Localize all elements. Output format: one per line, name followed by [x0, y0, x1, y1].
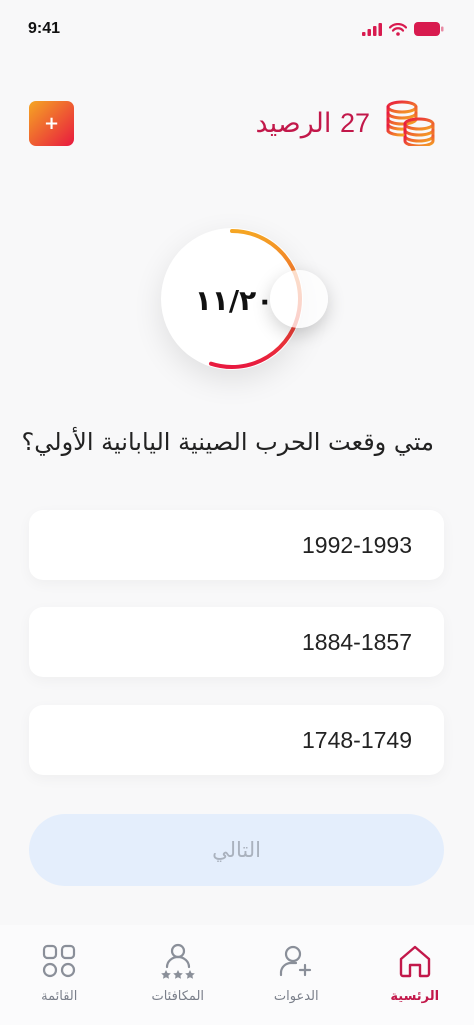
timer-knob — [270, 270, 328, 328]
balance-label: الرصيد — [255, 107, 332, 139]
balance: 27 الرصيد — [255, 98, 436, 148]
rewards-icon — [160, 943, 195, 979]
add-user-icon — [280, 945, 312, 977]
add-balance-button[interactable]: + — [29, 101, 74, 146]
answer-option-label: 1748-1749 — [302, 726, 412, 753]
cellular-signal-icon — [362, 22, 382, 36]
home-icon — [399, 945, 430, 978]
question-text: متي وقعت الحرب الصينية اليابانية الأولي؟ — [21, 428, 434, 456]
balance-number: 27 — [339, 107, 370, 138]
question-timer: ١١/٢٠ — [137, 204, 337, 404]
plus-icon: + — [43, 112, 60, 134]
status-icons — [362, 22, 444, 36]
battery-icon — [414, 22, 444, 36]
nav-item-invitations[interactable]: الدعوات — [237, 925, 356, 1025]
answer-option-label: 1884-1857 — [302, 628, 412, 655]
answer-option-1[interactable]: 1992-1993 — [29, 510, 444, 580]
nav-item-label: القائمة — [41, 989, 78, 1004]
coins-icon — [386, 100, 435, 146]
next-button-label: التالي — [212, 838, 261, 862]
nav-item-home[interactable]: الرئسية — [356, 925, 474, 1025]
nav-item-rewards[interactable]: المكافئات — [119, 925, 238, 1025]
answer-option-2[interactable]: 1884-1857 — [29, 607, 444, 677]
answer-option-3[interactable]: 1748-1749 — [29, 705, 444, 775]
answer-option-label: 1992-1993 — [302, 531, 412, 558]
grid-icon — [43, 944, 76, 978]
next-button[interactable]: التالي — [29, 814, 444, 886]
nav-item-label: الدعوات — [273, 989, 319, 1004]
timer-text: ١١/٢٠ — [194, 284, 274, 317]
wifi-icon — [389, 22, 407, 36]
nav-item-label: المكافئات — [151, 989, 205, 1004]
status-bar: 9:41 — [0, 0, 474, 60]
nav-item-label: الرئسية — [390, 989, 440, 1004]
nav-item-menu[interactable]: القائمة — [0, 925, 119, 1025]
balance-text: 27 الرصيد — [255, 108, 370, 139]
status-time: 9:41 — [28, 20, 61, 37]
bottom-nav: القائمة المكافئات الدعوات الرئسية — [0, 925, 474, 1025]
